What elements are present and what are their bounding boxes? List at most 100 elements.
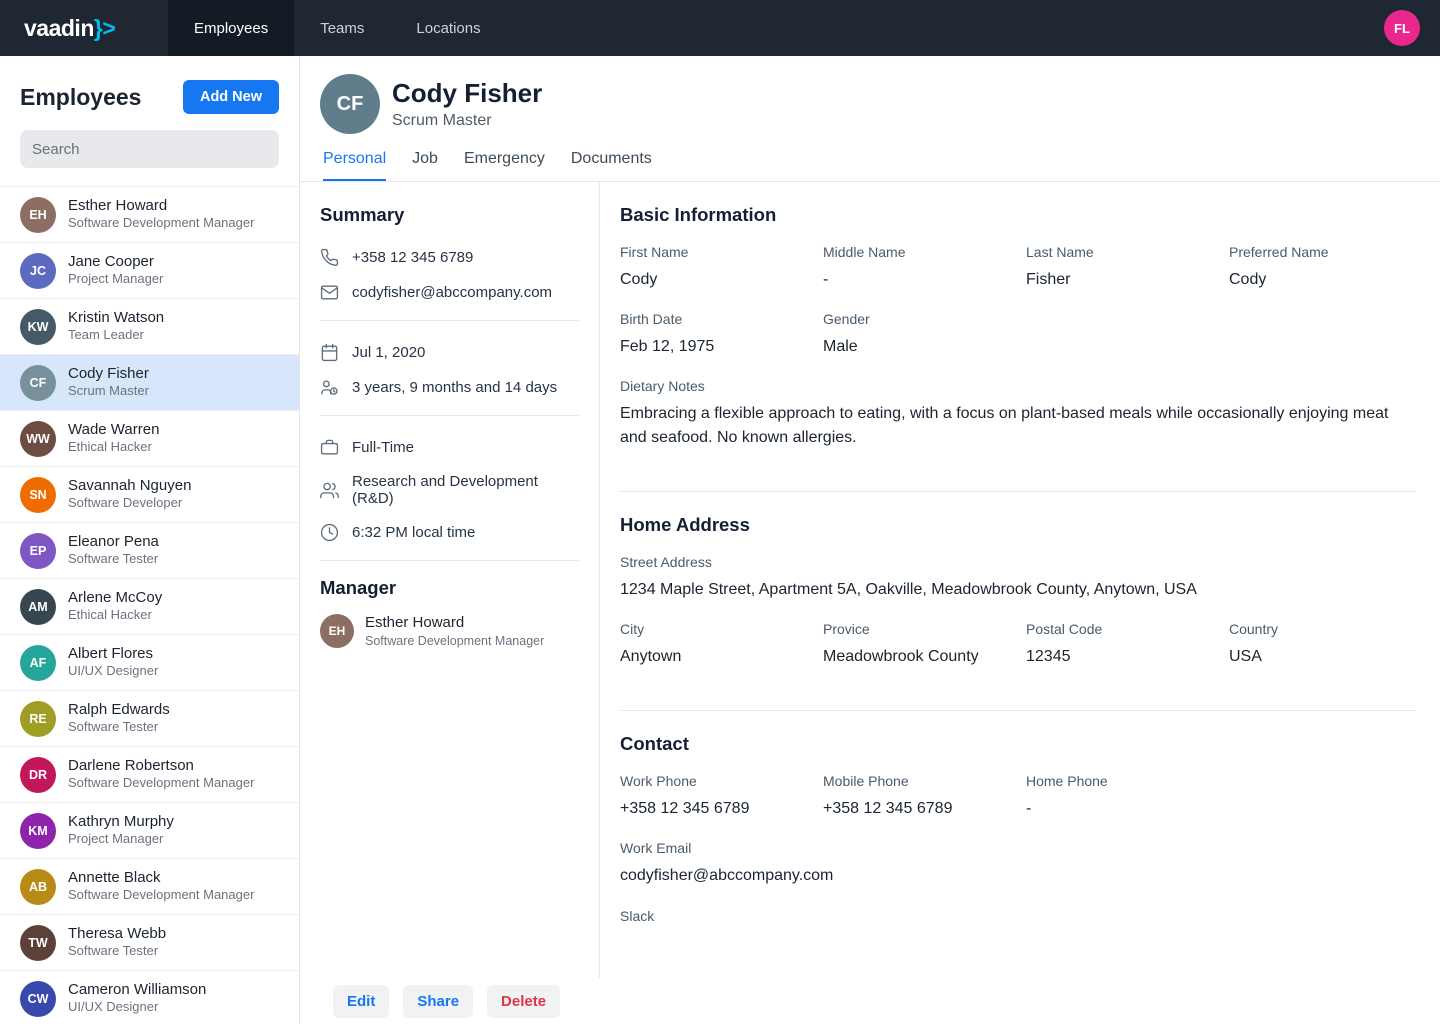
field-row: Dietary Notes Embracing a flexible appro…: [620, 378, 1416, 448]
employee-list-item[interactable]: DR Darlene Robertson Software Developmen…: [0, 747, 299, 803]
field: Middle Name -: [823, 244, 1010, 291]
summary-employment-type-value: Full-Time: [352, 439, 414, 456]
field-label: Slack: [620, 908, 807, 924]
employee-avatar: JC: [20, 253, 56, 289]
employee-job-title: Ethical Hacker: [68, 439, 159, 456]
profile-tab[interactable]: Personal: [323, 150, 386, 181]
summary-employment-type: Full-Time: [320, 430, 579, 465]
field-row: Slack: [620, 908, 1416, 932]
employee-job-title: Scrum Master: [68, 383, 149, 400]
field-label: Work Email: [620, 840, 1416, 856]
employee-name: Albert Flores: [68, 645, 158, 664]
field: Postal Code 12345: [1026, 621, 1213, 668]
search-input[interactable]: [20, 130, 279, 168]
edit-button[interactable]: Edit: [333, 985, 389, 1018]
employee-name: Wade Warren: [68, 421, 159, 440]
employee-text: Wade Warren Ethical Hacker: [68, 421, 159, 457]
main-panel: CF Cody Fisher Scrum Master Personal Job…: [300, 56, 1440, 1024]
field-value: 12345: [1026, 645, 1213, 668]
field-label: Birth Date: [620, 311, 807, 327]
employee-name: Arlene McCoy: [68, 589, 162, 608]
field-value: 1234 Maple Street, Apartment 5A, Oakvill…: [620, 578, 1416, 601]
field-label: Work Phone: [620, 773, 807, 789]
app-body: Employees Add New EH Esther Howard Softw…: [0, 56, 1440, 1024]
employee-text: Eleanor Pena Software Tester: [68, 533, 159, 569]
employee-avatar: WW: [20, 421, 56, 457]
topnav-item[interactable]: Employees: [168, 0, 294, 56]
employee-avatar: DR: [20, 757, 56, 793]
user-avatar[interactable]: FL: [1384, 10, 1420, 46]
section-heading: Home Address: [620, 514, 1416, 536]
employee-list-item[interactable]: RE Ralph Edwards Software Tester: [0, 691, 299, 747]
profile-top: CF Cody Fisher Scrum Master: [320, 74, 1420, 134]
delete-button[interactable]: Delete: [487, 985, 560, 1018]
field: Provice Meadowbrook County: [823, 621, 1010, 668]
add-new-button[interactable]: Add New: [183, 80, 279, 114]
field-value: codyfisher@abccompany.com: [620, 864, 1416, 887]
share-button[interactable]: Share: [403, 985, 473, 1018]
employee-job-title: Project Manager: [68, 831, 174, 848]
employee-text: Esther Howard Software Development Manag…: [68, 197, 254, 233]
summary-dates-group: Jul 1, 2020 3 years, 9 months and 14 day…: [320, 331, 579, 416]
employee-list-item[interactable]: EP Eleanor Pena Software Tester: [0, 523, 299, 579]
employee-list-item[interactable]: CW Cameron Williamson UI/UX Designer: [0, 971, 299, 1024]
calendar-icon: [320, 343, 339, 362]
employee-list-item[interactable]: KM Kathryn Murphy Project Manager: [0, 803, 299, 859]
employee-job-title: Software Development Manager: [68, 775, 254, 792]
employee-job-title: Software Development Manager: [68, 887, 254, 904]
employee-list-item[interactable]: AB Annette Black Software Development Ma…: [0, 859, 299, 915]
manager-heading: Manager: [320, 577, 579, 599]
field-value: Cody: [1229, 268, 1416, 291]
profile-name: Cody Fisher: [392, 78, 542, 109]
field-row: Work Email codyfisher@abccompany.com: [620, 840, 1416, 887]
employee-list-item[interactable]: CF Cody Fisher Scrum Master: [0, 355, 299, 411]
field-value: Male: [823, 335, 1010, 358]
field: Gender Male: [823, 311, 1010, 358]
field-value: Embracing a flexible approach to eating,…: [620, 402, 1416, 448]
profile-tabs: Personal Job Emergency Documents: [320, 150, 1420, 181]
employee-list-item[interactable]: EH Esther Howard Software Development Ma…: [0, 187, 299, 243]
vaadin-logo[interactable]: vaadin}>: [0, 15, 168, 42]
profile-header: CF Cody Fisher Scrum Master Personal Job…: [300, 56, 1440, 182]
field-label: Mobile Phone: [823, 773, 1010, 789]
profile-tab[interactable]: Documents: [571, 150, 652, 181]
employee-list-item[interactable]: JC Jane Cooper Project Manager: [0, 243, 299, 299]
employee-avatar: KM: [20, 813, 56, 849]
summary-job-group: Full-Time Research and Development (R&D): [320, 426, 579, 561]
field: Work Email codyfisher@abccompany.com: [620, 840, 1416, 887]
employee-list-item[interactable]: AF Albert Flores UI/UX Designer: [0, 635, 299, 691]
topnav-item[interactable]: Teams: [294, 0, 390, 56]
logo-mark: }>: [94, 15, 115, 41]
employee-text: Kathryn Murphy Project Manager: [68, 813, 174, 849]
manager-card[interactable]: EH Esther Howard Software Development Ma…: [320, 613, 579, 649]
employee-avatar: EP: [20, 533, 56, 569]
employee-list-item[interactable]: AM Arlene McCoy Ethical Hacker: [0, 579, 299, 635]
employee-name: Jane Cooper: [68, 253, 163, 272]
field: Last Name Fisher: [1026, 244, 1213, 291]
field: Home Phone -: [1026, 773, 1213, 820]
employee-list-item[interactable]: SN Savannah Nguyen Software Developer: [0, 467, 299, 523]
detail-section: Basic Information First Name: [620, 198, 1416, 479]
manager-avatar: EH: [320, 614, 354, 648]
summary-phone: +358 12 345 6789: [320, 240, 579, 275]
section-rows: First Name Cody Middle Name -: [620, 244, 1416, 449]
detail-section: Contact Work Phone +358: [620, 710, 1416, 961]
employee-name: Cody Fisher: [68, 365, 149, 384]
profile-avatar: CF: [320, 74, 380, 134]
employee-list-item[interactable]: TW Theresa Webb Software Tester: [0, 915, 299, 971]
employee-list-item[interactable]: WW Wade Warren Ethical Hacker: [0, 411, 299, 467]
topnav-item[interactable]: Locations: [390, 0, 506, 56]
employee-avatar: KW: [20, 309, 56, 345]
employee-job-title: Software Tester: [68, 719, 170, 736]
profile-tab[interactable]: Job: [412, 150, 438, 181]
employee-job-title: UI/UX Designer: [68, 663, 158, 680]
employee-list-item[interactable]: KW Kristin Watson Team Leader: [0, 299, 299, 355]
employee-text: Arlene McCoy Ethical Hacker: [68, 589, 162, 625]
employee-text: Savannah Nguyen Software Developer: [68, 477, 191, 513]
profile-tab[interactable]: Emergency: [464, 150, 545, 181]
employee-text: Cody Fisher Scrum Master: [68, 365, 149, 401]
details-column: Basic Information First Name: [600, 182, 1440, 1024]
clock-icon: [320, 523, 339, 542]
summary-local-time: 6:32 PM local time: [320, 515, 579, 550]
summary-hire-date-value: Jul 1, 2020: [352, 344, 425, 361]
